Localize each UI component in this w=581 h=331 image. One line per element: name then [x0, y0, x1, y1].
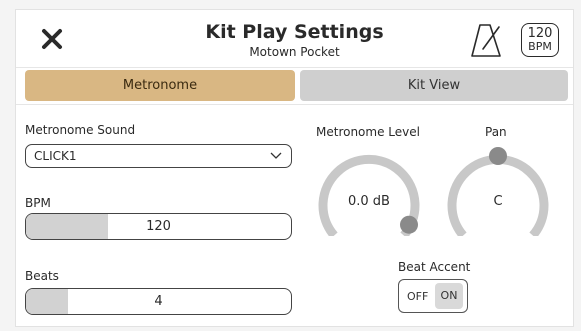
kit-play-settings-panel: Kit Play Settings Motown Pocket 120 BPM …	[15, 9, 574, 327]
beat-accent-label: Beat Accent	[398, 260, 471, 274]
metronome-level-value: 0.0 dB	[348, 194, 390, 209]
metronome-sound-select[interactable]: CLICK1	[25, 144, 292, 168]
pan-handle[interactable]	[489, 147, 507, 165]
pan-label: Pan	[485, 125, 507, 139]
metronome-level-knob[interactable]: 0.0 dB	[314, 146, 424, 236]
bpm-value: 120	[146, 219, 171, 234]
beats-label: Beats	[25, 269, 59, 283]
tab-divider	[16, 104, 573, 105]
bpm-badge-unit: BPM	[528, 40, 552, 53]
beats-value: 4	[154, 294, 163, 309]
metronome-sound-value: CLICK1	[34, 149, 77, 163]
beats-slider[interactable]: 4	[25, 288, 292, 315]
bpm-badge-value: 120	[527, 26, 553, 41]
metronome-level-dial	[318, 154, 420, 236]
metronome-icon	[471, 24, 501, 57]
metronome-level-label: Metronome Level	[316, 125, 420, 139]
metronome-sound-label: Metronome Sound	[25, 123, 136, 137]
pan-value: C	[493, 194, 503, 209]
tab-kit-view[interactable]: Kit View	[300, 70, 568, 101]
pan-knob[interactable]: C	[443, 146, 553, 236]
beat-accent-toggle[interactable]: OFF ON	[398, 279, 468, 313]
metronome-button[interactable]	[469, 22, 503, 58]
bpm-label: BPM	[25, 196, 51, 210]
beat-accent-off[interactable]: OFF	[407, 290, 428, 303]
beat-accent-on[interactable]: ON	[435, 283, 463, 309]
header-divider	[16, 67, 573, 68]
bpm-badge[interactable]: 120 BPM	[521, 23, 559, 57]
metronome-level-handle[interactable]	[400, 215, 418, 234]
bpm-slider[interactable]: 120	[25, 213, 292, 240]
chevron-down-icon	[270, 152, 282, 159]
header: Kit Play Settings Motown Pocket 120 BPM	[16, 10, 573, 67]
pan-dial	[447, 147, 549, 236]
tab-metronome[interactable]: Metronome	[25, 70, 295, 101]
